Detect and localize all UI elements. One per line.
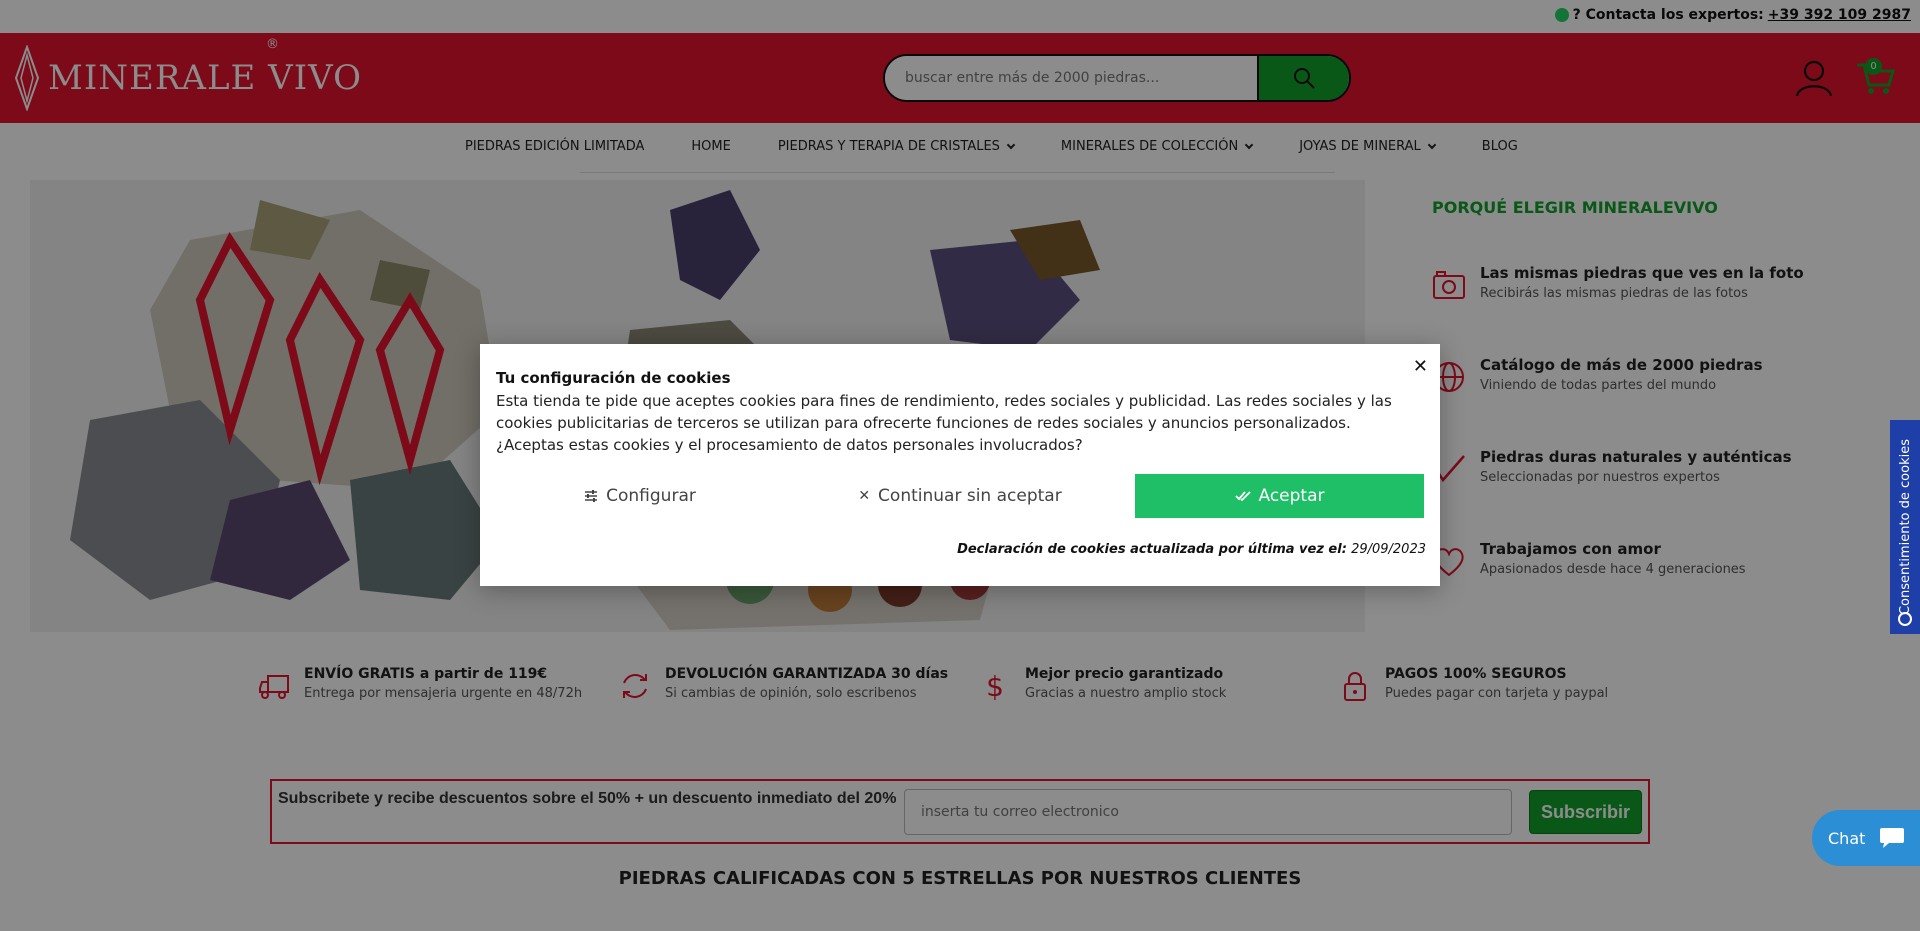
cookie-consent-side-tab[interactable]: Consentimiento de cookies	[1890, 420, 1920, 634]
accept-label: Aceptar	[1258, 486, 1325, 506]
updated-label: Declaración de cookies actualizada por ú…	[957, 542, 1347, 557]
sliders-icon	[585, 490, 598, 502]
chat-label: Chat	[1828, 828, 1866, 848]
x-icon: ✕	[858, 488, 871, 504]
continue-without-accepting-button[interactable]: ✕ Continuar sin aceptar	[816, 474, 1104, 518]
double-check-icon	[1234, 491, 1251, 502]
accept-cookies-button[interactable]: Aceptar	[1135, 474, 1424, 518]
cookie-modal: ✕ Tu configuración de cookies Esta tiend…	[480, 344, 1440, 586]
close-icon[interactable]: ✕	[1413, 356, 1428, 377]
cookie-policy-updated: Declaración de cookies actualizada por ú…	[957, 542, 1426, 557]
cookie-icon	[1898, 612, 1912, 626]
configure-cookies-button[interactable]: Configurar	[496, 474, 784, 518]
cookie-modal-body: Esta tienda te pide que aceptes cookies …	[496, 392, 1392, 454]
configure-label: Configurar	[606, 486, 696, 506]
updated-date: 29/09/2023	[1351, 542, 1426, 557]
continue-label: Continuar sin aceptar	[878, 486, 1062, 506]
cookie-modal-title: Tu configuración de cookies	[496, 369, 731, 387]
chat-button[interactable]: Chat	[1812, 810, 1920, 866]
chat-bubble-icon	[1880, 828, 1905, 848]
side-tab-label: Consentimiento de cookies	[1897, 438, 1913, 616]
